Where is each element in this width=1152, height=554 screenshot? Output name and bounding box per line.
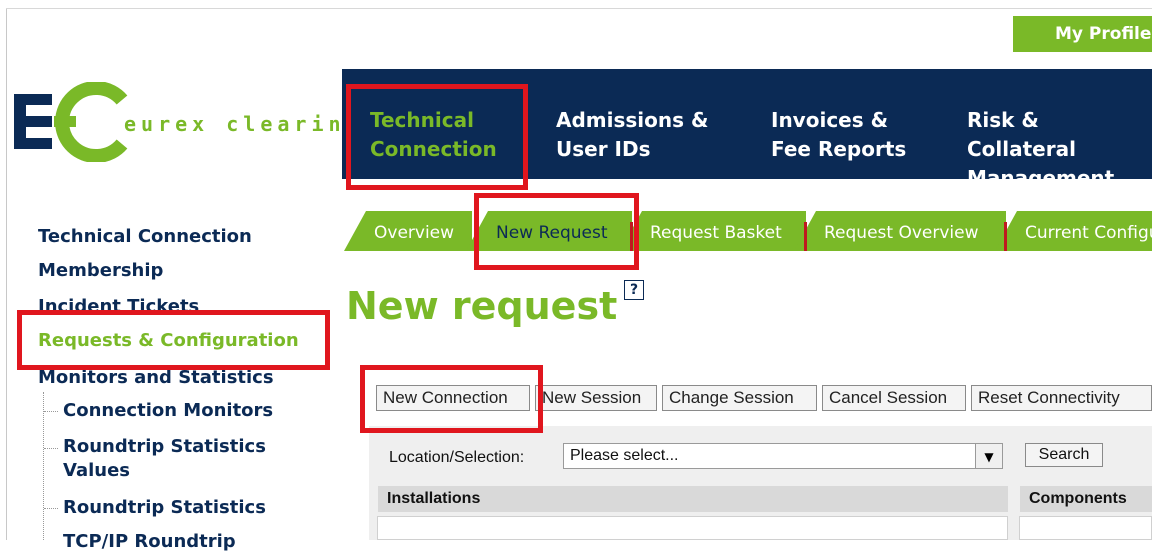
tab-separator bbox=[804, 222, 807, 251]
tab-overview[interactable]: Overview bbox=[344, 211, 472, 251]
leftnav-roundtrip-statistics-values[interactable]: Roundtrip Statistics Values bbox=[63, 435, 266, 483]
change-session-button[interactable]: Change Session bbox=[662, 385, 817, 411]
tree-connector bbox=[43, 392, 44, 540]
logo-text: eurex clearing bbox=[124, 112, 363, 136]
installations-header: Installations bbox=[378, 486, 1008, 512]
leftnav-monitors-statistics[interactable]: Monitors and Statistics bbox=[38, 366, 274, 390]
window-frame-top bbox=[6, 8, 1152, 9]
leftnav-roundtrip-statistics[interactable]: Roundtrip Statistics bbox=[63, 496, 266, 520]
cancel-session-button[interactable]: Cancel Session bbox=[822, 385, 966, 411]
page-title: New request bbox=[346, 284, 618, 328]
installations-list[interactable] bbox=[377, 516, 1008, 540]
leftnav-membership[interactable]: Membership bbox=[38, 259, 163, 283]
window-frame-left bbox=[6, 8, 7, 540]
tree-tick bbox=[44, 508, 58, 509]
topnav-admissions-user-ids[interactable]: Admissions & User IDs bbox=[556, 106, 708, 164]
leftnav-technical-connection[interactable]: Technical Connection bbox=[38, 225, 252, 249]
tab-separator bbox=[1004, 222, 1007, 251]
my-profile-button[interactable]: My Profile bbox=[1013, 16, 1152, 52]
chevron-down-icon[interactable]: ▼ bbox=[975, 444, 1002, 468]
components-list[interactable] bbox=[1019, 516, 1152, 540]
topnav-risk-collateral-management[interactable]: Risk & Collateral Management bbox=[967, 106, 1152, 193]
tab-new-request[interactable]: New Request bbox=[466, 211, 632, 251]
search-button[interactable]: Search bbox=[1025, 443, 1103, 467]
tree-tick bbox=[44, 448, 58, 449]
leftnav-requests-configuration[interactable]: Requests & Configuration bbox=[38, 329, 299, 353]
topnav-technical-connection[interactable]: Technical Connection bbox=[370, 106, 497, 164]
new-connection-button[interactable]: New Connection bbox=[376, 385, 530, 411]
topnav-invoices-fee-reports[interactable]: Invoices & Fee Reports bbox=[771, 106, 906, 164]
leftnav-tcpip-roundtrip[interactable]: TCP/IP Roundtrip bbox=[63, 530, 236, 554]
tab-request-overview[interactable]: Request Overview bbox=[794, 211, 1006, 251]
tree-tick bbox=[44, 411, 58, 412]
tab-current-configuration[interactable]: Current Configuration bbox=[995, 211, 1152, 251]
new-session-button[interactable]: New Session bbox=[535, 385, 657, 411]
location-selection-label: Location/Selection: bbox=[389, 449, 525, 466]
reset-connectivity-button[interactable]: Reset Connectivity bbox=[971, 385, 1152, 411]
tab-request-basket[interactable]: Request Basket bbox=[620, 211, 806, 251]
tab-separator bbox=[630, 222, 633, 251]
components-header: Components bbox=[1020, 486, 1152, 512]
logo-e-stem bbox=[14, 94, 26, 149]
leftnav-connection-monitors[interactable]: Connection Monitors bbox=[63, 399, 273, 423]
location-select[interactable]: Please select... bbox=[563, 443, 1003, 469]
help-icon[interactable]: ? bbox=[624, 280, 644, 300]
leftnav-incident-tickets[interactable]: Incident Tickets bbox=[38, 295, 199, 319]
